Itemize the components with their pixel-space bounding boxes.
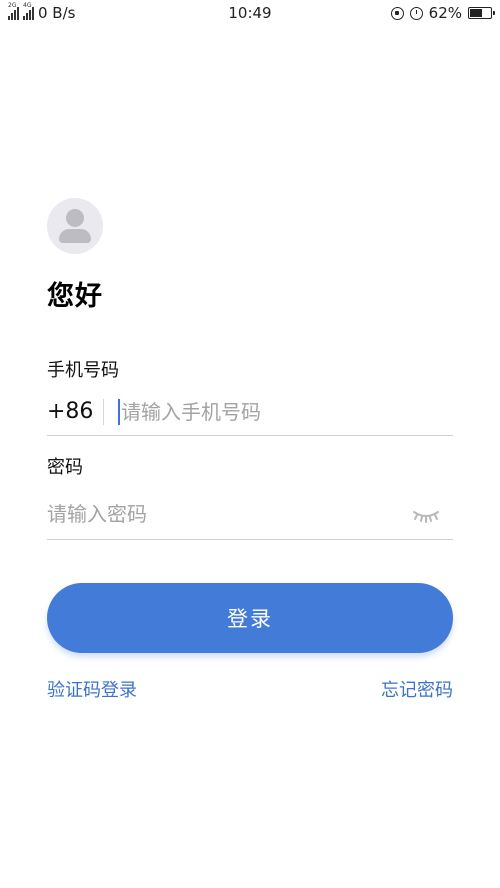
password-label: 密码 [47,457,83,478]
country-code[interactable]: +86 [47,399,103,424]
eye-closed-icon[interactable] [411,506,441,524]
login-button[interactable]: 登录 [47,583,453,653]
signal-icon-2: 4G [23,2,34,20]
battery-icon [468,7,495,19]
phone-label: 手机号码 [47,360,119,381]
sms-login-link[interactable]: 验证码登录 [47,676,137,702]
avatar [47,198,103,254]
avatar-body [59,229,91,243]
network-speed: 0 B/s [38,4,76,22]
forgot-password-link[interactable]: 忘记密码 [381,676,453,702]
battery-percent: 62% [428,4,462,22]
rotation-lock-icon [390,6,404,20]
network-tag: 2G [8,2,17,9]
country-code-divider [103,398,104,425]
greeting-title: 您好 [47,281,103,312]
password-input[interactable] [47,501,387,526]
signal-icon: 2G [8,2,19,20]
phone-input-row: +86 [47,388,453,436]
alarm-icon [409,6,423,20]
battery-fill [470,9,482,17]
password-input-row [47,488,453,540]
text-cursor [118,398,120,425]
avatar-head [66,209,84,227]
status-bar: 2G 4G 0 B/s 10:49 62% [0,0,500,26]
network-tag-2: 4G [23,2,32,9]
status-right: 62% [390,4,495,22]
status-left: 2G 4G 0 B/s [8,2,76,22]
phone-input[interactable] [121,399,421,424]
